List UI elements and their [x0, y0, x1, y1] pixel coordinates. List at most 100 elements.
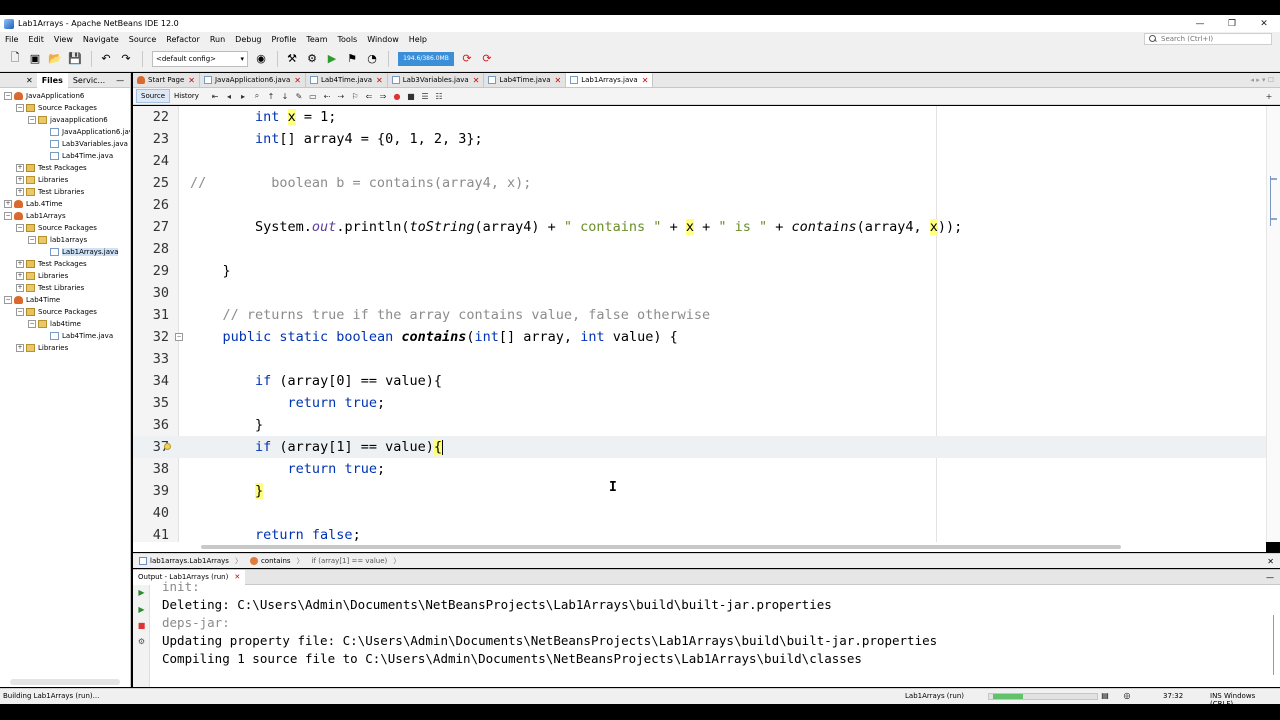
- expand-toggle-icon[interactable]: −: [16, 224, 24, 232]
- search-input[interactable]: [1161, 35, 1261, 43]
- code-line[interactable]: 30: [133, 282, 1266, 304]
- expand-toggle-icon[interactable]: −: [16, 104, 24, 112]
- code-line[interactable]: 29 }: [133, 260, 1266, 282]
- menu-debug[interactable]: Debug: [230, 35, 266, 44]
- code-line[interactable]: 38 return true;: [133, 458, 1266, 480]
- menu-help[interactable]: Help: [404, 35, 432, 44]
- expand-toggle-icon[interactable]: +: [16, 188, 24, 196]
- forward-icon[interactable]: ▸: [237, 90, 249, 102]
- memory-meter[interactable]: 194.6/386.0MB: [398, 51, 454, 66]
- split-editor-icon[interactable]: +: [1263, 90, 1275, 102]
- editor-tab[interactable]: Lab4Time.java ✕: [305, 73, 388, 87]
- expand-toggle-icon[interactable]: −: [4, 212, 12, 220]
- tree-item[interactable]: − Source Packages: [0, 306, 130, 318]
- expand-toggle-icon[interactable]: −: [4, 296, 12, 304]
- error-stripe-mark[interactable]: [1271, 178, 1277, 180]
- editor-tab[interactable]: Lab4Time.java ✕: [484, 73, 567, 87]
- close-tab-icon[interactable]: ✕: [473, 76, 480, 85]
- close-tab-icon[interactable]: ✕: [642, 76, 649, 85]
- debug-project-icon[interactable]: ⚑: [343, 50, 361, 68]
- open-project-icon[interactable]: 📂: [46, 50, 64, 68]
- gc-icon[interactable]: ⟳: [458, 50, 476, 68]
- menu-tools[interactable]: Tools: [333, 35, 363, 44]
- tree-item[interactable]: + Test Libraries: [0, 282, 130, 294]
- tree-item[interactable]: Lab4Time.java: [0, 150, 130, 162]
- tree-item[interactable]: + Test Packages: [0, 162, 130, 174]
- vertical-scrollbar[interactable]: [1266, 106, 1280, 542]
- code-line[interactable]: 27 System.out.println(toString(array4) +…: [133, 216, 1266, 238]
- close-icon[interactable]: ✕: [1267, 557, 1274, 566]
- target-icon[interactable]: ◉: [252, 50, 270, 68]
- back-icon[interactable]: ◂: [223, 90, 235, 102]
- comment-icon[interactable]: ☰: [419, 90, 431, 102]
- close-tab-icon[interactable]: ✕: [555, 76, 562, 85]
- expand-toggle-icon[interactable]: −: [28, 116, 36, 124]
- tab-scroll-arrows[interactable]: ◂ ▸ ▾ ☐: [1251, 76, 1275, 84]
- new-project-icon[interactable]: ▣: [26, 50, 44, 68]
- code-line[interactable]: 33: [133, 348, 1266, 370]
- expand-toggle-icon[interactable]: +: [4, 200, 12, 208]
- tree-item[interactable]: Lab4Time.java: [0, 330, 130, 342]
- menu-view[interactable]: View: [49, 35, 78, 44]
- save-all-icon[interactable]: 💾: [66, 50, 84, 68]
- stop-icon[interactable]: ■: [137, 621, 146, 630]
- tree-item[interactable]: − JavaApplication6: [0, 90, 130, 102]
- editor-tab[interactable]: JavaApplication6.java ✕: [199, 73, 306, 87]
- find-icon[interactable]: ⌕: [251, 90, 263, 102]
- tree-item[interactable]: + Test Packages: [0, 258, 130, 270]
- hint-bulb-icon[interactable]: [164, 443, 171, 450]
- menu-source[interactable]: Source: [124, 35, 161, 44]
- expand-toggle-icon[interactable]: −: [4, 92, 12, 100]
- horizontal-scrollbar[interactable]: [10, 679, 120, 685]
- code-line[interactable]: 26: [133, 194, 1266, 216]
- shift-left-icon[interactable]: ⇐: [363, 90, 375, 102]
- tab-source[interactable]: Source: [136, 89, 171, 103]
- code-line[interactable]: 39 }: [133, 480, 1266, 502]
- new-file-icon[interactable]: 🗋: [6, 50, 24, 68]
- close-tab-icon[interactable]: ✕: [294, 76, 301, 85]
- tree-item[interactable]: JavaApplication6.java: [0, 126, 130, 138]
- scroll-thumb[interactable]: [201, 545, 1121, 549]
- close-tab-icon[interactable]: ✕: [376, 76, 383, 85]
- close-tab-icon[interactable]: ✕: [188, 76, 195, 85]
- code-line[interactable]: 41 return false;: [133, 524, 1266, 542]
- caret-position[interactable]: 37:32: [1163, 692, 1183, 700]
- code-line[interactable]: 23 int[] array4 = {0, 1, 2, 3};: [133, 128, 1266, 150]
- tree-item[interactable]: Lab3Variables.java: [0, 138, 130, 150]
- code-line[interactable]: 37 if (array[1] == value){: [133, 436, 1266, 458]
- breadcrumb-statement[interactable]: if (array[1] == value) 〉: [312, 556, 401, 566]
- progress-bar[interactable]: [988, 693, 1098, 700]
- tree-item[interactable]: − lab1arrays: [0, 234, 130, 246]
- tab-services[interactable]: Servic...: [68, 73, 110, 88]
- code-line[interactable]: 36 }: [133, 414, 1266, 436]
- run-project-icon[interactable]: ▶: [323, 50, 341, 68]
- running-task[interactable]: Lab1Arrays (run): [905, 692, 964, 700]
- build-hammer-icon[interactable]: ⚒: [283, 50, 301, 68]
- code-line[interactable]: 24: [133, 150, 1266, 172]
- minimize-panel-icon[interactable]: —: [1266, 573, 1274, 582]
- code-line[interactable]: 28: [133, 238, 1266, 260]
- uncomment-icon[interactable]: ☷: [433, 90, 445, 102]
- expand-toggle-icon[interactable]: −: [28, 236, 36, 244]
- tab-history[interactable]: History: [170, 89, 203, 103]
- shift-right-icon[interactable]: ⇒: [377, 90, 389, 102]
- code-line[interactable]: 22 int x = 1;: [133, 106, 1266, 128]
- code-editor[interactable]: 22 int x = 1; 23 int[] array4 = {0, 1, 2,…: [133, 106, 1266, 542]
- toggle-bookmark-icon[interactable]: ⚐: [349, 90, 361, 102]
- expand-toggle-icon[interactable]: −: [28, 320, 36, 328]
- tree-item[interactable]: + Test Libraries: [0, 186, 130, 198]
- find-previous-icon[interactable]: ↑: [265, 90, 277, 102]
- minimize-panel-icon[interactable]: —: [116, 76, 124, 85]
- tree-item[interactable]: − Source Packages: [0, 102, 130, 114]
- maximize-button[interactable]: ❐: [1216, 15, 1248, 32]
- expand-toggle-icon[interactable]: +: [16, 344, 24, 352]
- tree-item[interactable]: − Lab4Time: [0, 294, 130, 306]
- rerun-icon[interactable]: ▶: [137, 588, 146, 597]
- expand-toggle-icon[interactable]: +: [16, 284, 24, 292]
- menu-window[interactable]: Window: [362, 35, 404, 44]
- code-line[interactable]: 34 if (array[0] == value){: [133, 370, 1266, 392]
- profile-project-icon[interactable]: ◔: [363, 50, 381, 68]
- code-line[interactable]: 40: [133, 502, 1266, 524]
- tree-item[interactable]: − Source Packages: [0, 222, 130, 234]
- close-window-button[interactable]: ✕: [1248, 15, 1280, 32]
